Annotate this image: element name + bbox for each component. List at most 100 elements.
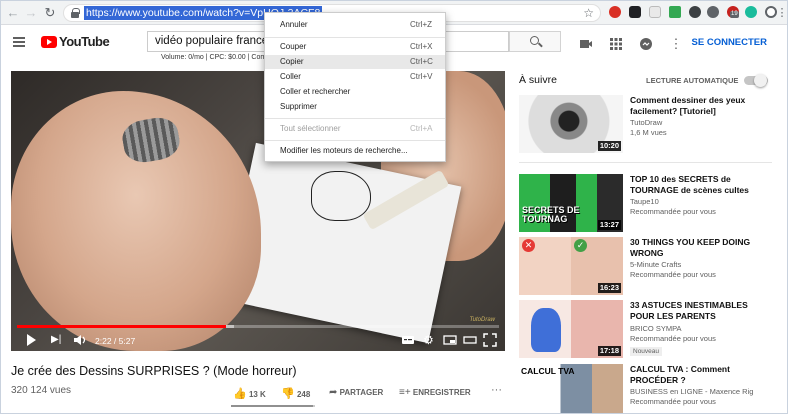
video-card-meta: Recommandée pour vous — [630, 207, 716, 216]
video-frame-sketch — [311, 171, 371, 221]
youtube-logo-text[interactable]: YouTube — [59, 34, 110, 49]
blue-glove-shape — [531, 308, 561, 352]
extension-dark-icon[interactable] — [629, 6, 641, 18]
extension-grey-icon[interactable] — [707, 6, 719, 18]
miniplayer-icon[interactable] — [443, 333, 457, 347]
recommended-video-card[interactable]: CALCUL TVA CALCUL TVA : Comment PROCÉDER… — [519, 364, 779, 413]
save-label: ENREGISTRER — [412, 388, 471, 397]
like-button[interactable]: 👍 13 K — [233, 387, 266, 400]
share-button[interactable]: ➦ PARTAGER — [329, 387, 383, 398]
dislike-count: 248 — [296, 390, 311, 399]
apps-grid-icon[interactable] — [609, 37, 623, 51]
view-count: 320 124 vues — [11, 385, 72, 396]
recommended-video-card[interactable]: 10:20 Comment dessiner des yeux facileme… — [519, 95, 779, 157]
recommended-video-card[interactable]: SECRETS DE TOURNAG 13:27 TOP 10 des SECR… — [519, 174, 779, 236]
menu-item-paste-and-search[interactable]: Coller et rechercher — [265, 85, 445, 99]
recommended-video-card[interactable]: ✕ ✓ 16:23 30 THINGS YOU KEEP DOING WRONG… — [519, 237, 779, 299]
hamburger-menu-icon[interactable] — [13, 37, 25, 47]
recommended-video-card[interactable]: 17:18 33 ASTUCES INESTIMABLES POUR LES P… — [519, 300, 779, 362]
lock-icon — [71, 8, 80, 18]
video-thumbnail[interactable]: CALCUL TVA — [519, 364, 623, 413]
video-thumbnail[interactable]: ✕ ✓ 16:23 — [519, 237, 623, 295]
reload-icon[interactable]: ↻ — [41, 4, 59, 22]
extension-green-icon[interactable] — [669, 6, 681, 18]
video-thumbnail[interactable]: 17:18 — [519, 300, 623, 358]
progress-bar[interactable] — [17, 325, 499, 328]
menu-item-delete[interactable]: Supprimer — [265, 100, 445, 114]
add-to-playlist-icon: ≡+ — [399, 387, 411, 398]
sign-in-button[interactable]: SE CONNECTER — [692, 37, 767, 48]
progress-played — [17, 325, 227, 328]
back-arrow-icon[interactable]: ← — [4, 4, 22, 22]
menu-item-cut[interactable]: Couper Ctrl+X — [265, 40, 445, 54]
menu-separator — [265, 140, 445, 141]
more-actions-icon[interactable]: ··· — [491, 384, 502, 396]
play-icon[interactable] — [27, 334, 36, 346]
wrong-x-icon: ✕ — [522, 239, 535, 252]
menu-item-copy[interactable]: Copier Ctrl+C — [265, 55, 445, 69]
browser-menu-icon[interactable]: ⋮ — [773, 4, 788, 22]
video-card-meta: Recommandée pour vous — [630, 334, 716, 343]
video-thumbnail[interactable]: SECRETS DE TOURNAG 13:27 — [519, 174, 623, 232]
share-label: PARTAGER — [339, 388, 384, 397]
thumbs-up-icon: 👍 — [233, 388, 247, 400]
dislike-button[interactable]: 👎 248 — [281, 387, 310, 400]
video-card-title[interactable]: 33 ASTUCES INESTIMABLES POUR LES PARENTS — [630, 300, 770, 321]
theater-mode-icon[interactable] — [463, 333, 477, 347]
autoplay-toggle[interactable] — [744, 74, 768, 87]
thumbnail-caption: CALCUL TVA — [521, 366, 575, 376]
menu-separator — [265, 37, 445, 38]
video-card-channel[interactable]: BRICO SYMPA — [630, 324, 682, 333]
video-card-title[interactable]: 30 THINGS YOU KEEP DOING WRONG — [630, 237, 770, 258]
sidebar-divider — [519, 162, 772, 163]
video-card-title[interactable]: CALCUL TVA : Comment PROCÉDER ? — [630, 364, 770, 385]
extension-red-icon[interactable] — [609, 6, 621, 18]
share-arrow-icon: ➦ — [329, 387, 338, 398]
menu-separator — [265, 118, 445, 119]
settings-gear-icon[interactable]: ⚙ — [423, 333, 434, 347]
keyword-stats: Volume: 0/mo | CPC: $0.00 | Com — [161, 54, 267, 61]
volume-icon[interactable] — [73, 333, 87, 347]
subtitles-icon[interactable] — [401, 333, 415, 347]
video-card-title[interactable]: Comment dessiner des yeux facilement? [T… — [630, 95, 770, 116]
browser-window: ← → ↻ https://www.youtube.com/watch?v=Vp… — [0, 0, 788, 414]
video-watermark: TutoDraw — [469, 317, 495, 323]
settings-more-icon[interactable]: ⋮ — [667, 35, 685, 53]
like-ratio-fill — [231, 405, 314, 407]
like-ratio-bar — [231, 405, 315, 407]
forward-arrow-icon[interactable]: → — [22, 4, 40, 22]
search-icon — [530, 36, 539, 45]
menu-item-edit-search-engines[interactable]: Modifier les moteurs de recherche... — [265, 144, 445, 158]
youtube-logo-icon[interactable] — [41, 36, 57, 48]
video-card-title[interactable]: TOP 10 des SECRETS de TOURNAGE de scènes… — [630, 174, 770, 195]
context-menu: Annuler Ctrl+Z Couper Ctrl+X Copier Ctrl+C … — [264, 12, 446, 162]
messages-icon[interactable] — [639, 37, 653, 51]
like-count: 13 K — [248, 390, 266, 399]
search-button[interactable] — [509, 31, 561, 52]
extension-circle-icon[interactable] — [689, 6, 701, 18]
extension-pencil-icon[interactable] — [649, 6, 661, 18]
bookmark-star-icon[interactable]: ☆ — [583, 5, 594, 21]
up-next-heading: À suivre — [519, 74, 557, 86]
correct-check-icon: ✓ — [574, 239, 587, 252]
autoplay-label: LECTURE AUTOMATIQUE — [646, 76, 739, 85]
video-duration: 17:18 — [597, 346, 621, 356]
video-card-meta: Recommandée pour vous — [630, 270, 716, 279]
menu-item-undo[interactable]: Annuler Ctrl+Z — [265, 18, 445, 32]
video-title: Je crée des Dessins SURPRISES ? (Mode ho… — [11, 364, 297, 378]
upload-video-icon[interactable] — [579, 37, 593, 51]
video-card-meta: Recommandée pour vous — [630, 397, 716, 406]
thumbs-down-icon: 👎 — [281, 388, 295, 400]
save-button[interactable]: ≡+ ENREGISTRER — [399, 387, 471, 398]
video-card-channel[interactable]: 5-Minute Crafts — [630, 260, 681, 269]
menu-item-paste[interactable]: Coller Ctrl+V — [265, 70, 445, 84]
extension-m-icon[interactable] — [745, 6, 757, 18]
video-duration: 16:23 — [597, 283, 621, 293]
video-card-channel[interactable]: TutoDraw — [630, 118, 662, 127]
video-card-channel[interactable]: BUSINESS en LIGNE - Maxence Rig — [630, 387, 753, 396]
fullscreen-icon[interactable] — [483, 333, 497, 347]
video-thumbnail[interactable]: 10:20 — [519, 95, 623, 153]
video-duration: 13:27 — [597, 220, 621, 230]
video-card-channel[interactable]: Taupe10 — [630, 197, 659, 206]
next-icon[interactable]: ▶| — [51, 333, 61, 347]
